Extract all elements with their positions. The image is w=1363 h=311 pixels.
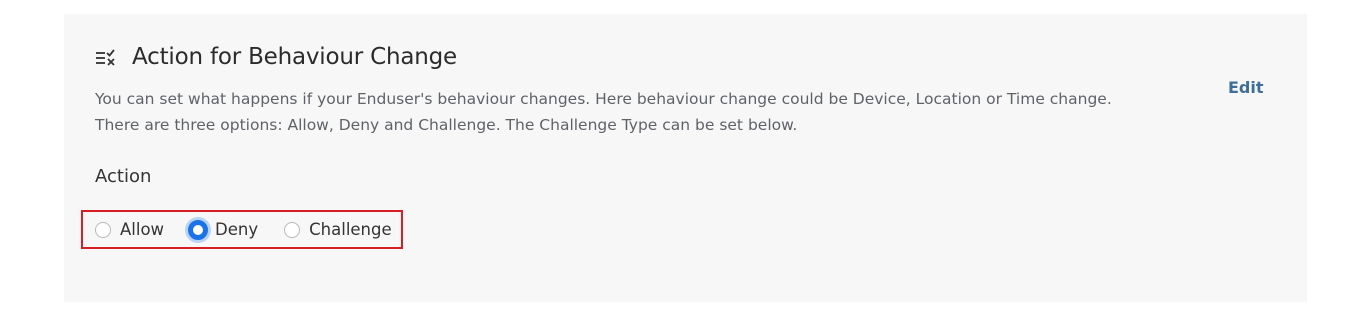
radio-button-challenge[interactable] bbox=[284, 221, 301, 238]
radio-label-deny: Deny bbox=[215, 220, 259, 239]
action-radio-group: Allow Deny Challenge bbox=[81, 210, 403, 249]
behaviour-change-card: Action for Behaviour Change You can set … bbox=[64, 14, 1307, 302]
radio-option-allow[interactable]: Allow bbox=[95, 220, 164, 239]
edit-button[interactable]: Edit bbox=[1228, 78, 1264, 97]
section-header: Action for Behaviour Change bbox=[95, 44, 457, 70]
radio-label-challenge: Challenge bbox=[309, 220, 392, 239]
section-description: You can set what happens if your Enduser… bbox=[95, 86, 1175, 138]
description-line-2: There are three options: Allow, Deny and… bbox=[95, 116, 798, 134]
action-label: Action bbox=[95, 166, 152, 187]
list-check-icon bbox=[95, 48, 117, 66]
radio-button-allow[interactable] bbox=[95, 221, 111, 238]
radio-label-allow: Allow bbox=[120, 220, 165, 239]
description-line-1: You can set what happens if your Enduser… bbox=[95, 90, 1112, 108]
radio-button-deny[interactable] bbox=[188, 219, 209, 240]
radio-option-challenge[interactable]: Challenge bbox=[284, 220, 392, 239]
radio-option-deny[interactable]: Deny bbox=[188, 219, 259, 240]
section-title: Action for Behaviour Change bbox=[132, 44, 457, 70]
